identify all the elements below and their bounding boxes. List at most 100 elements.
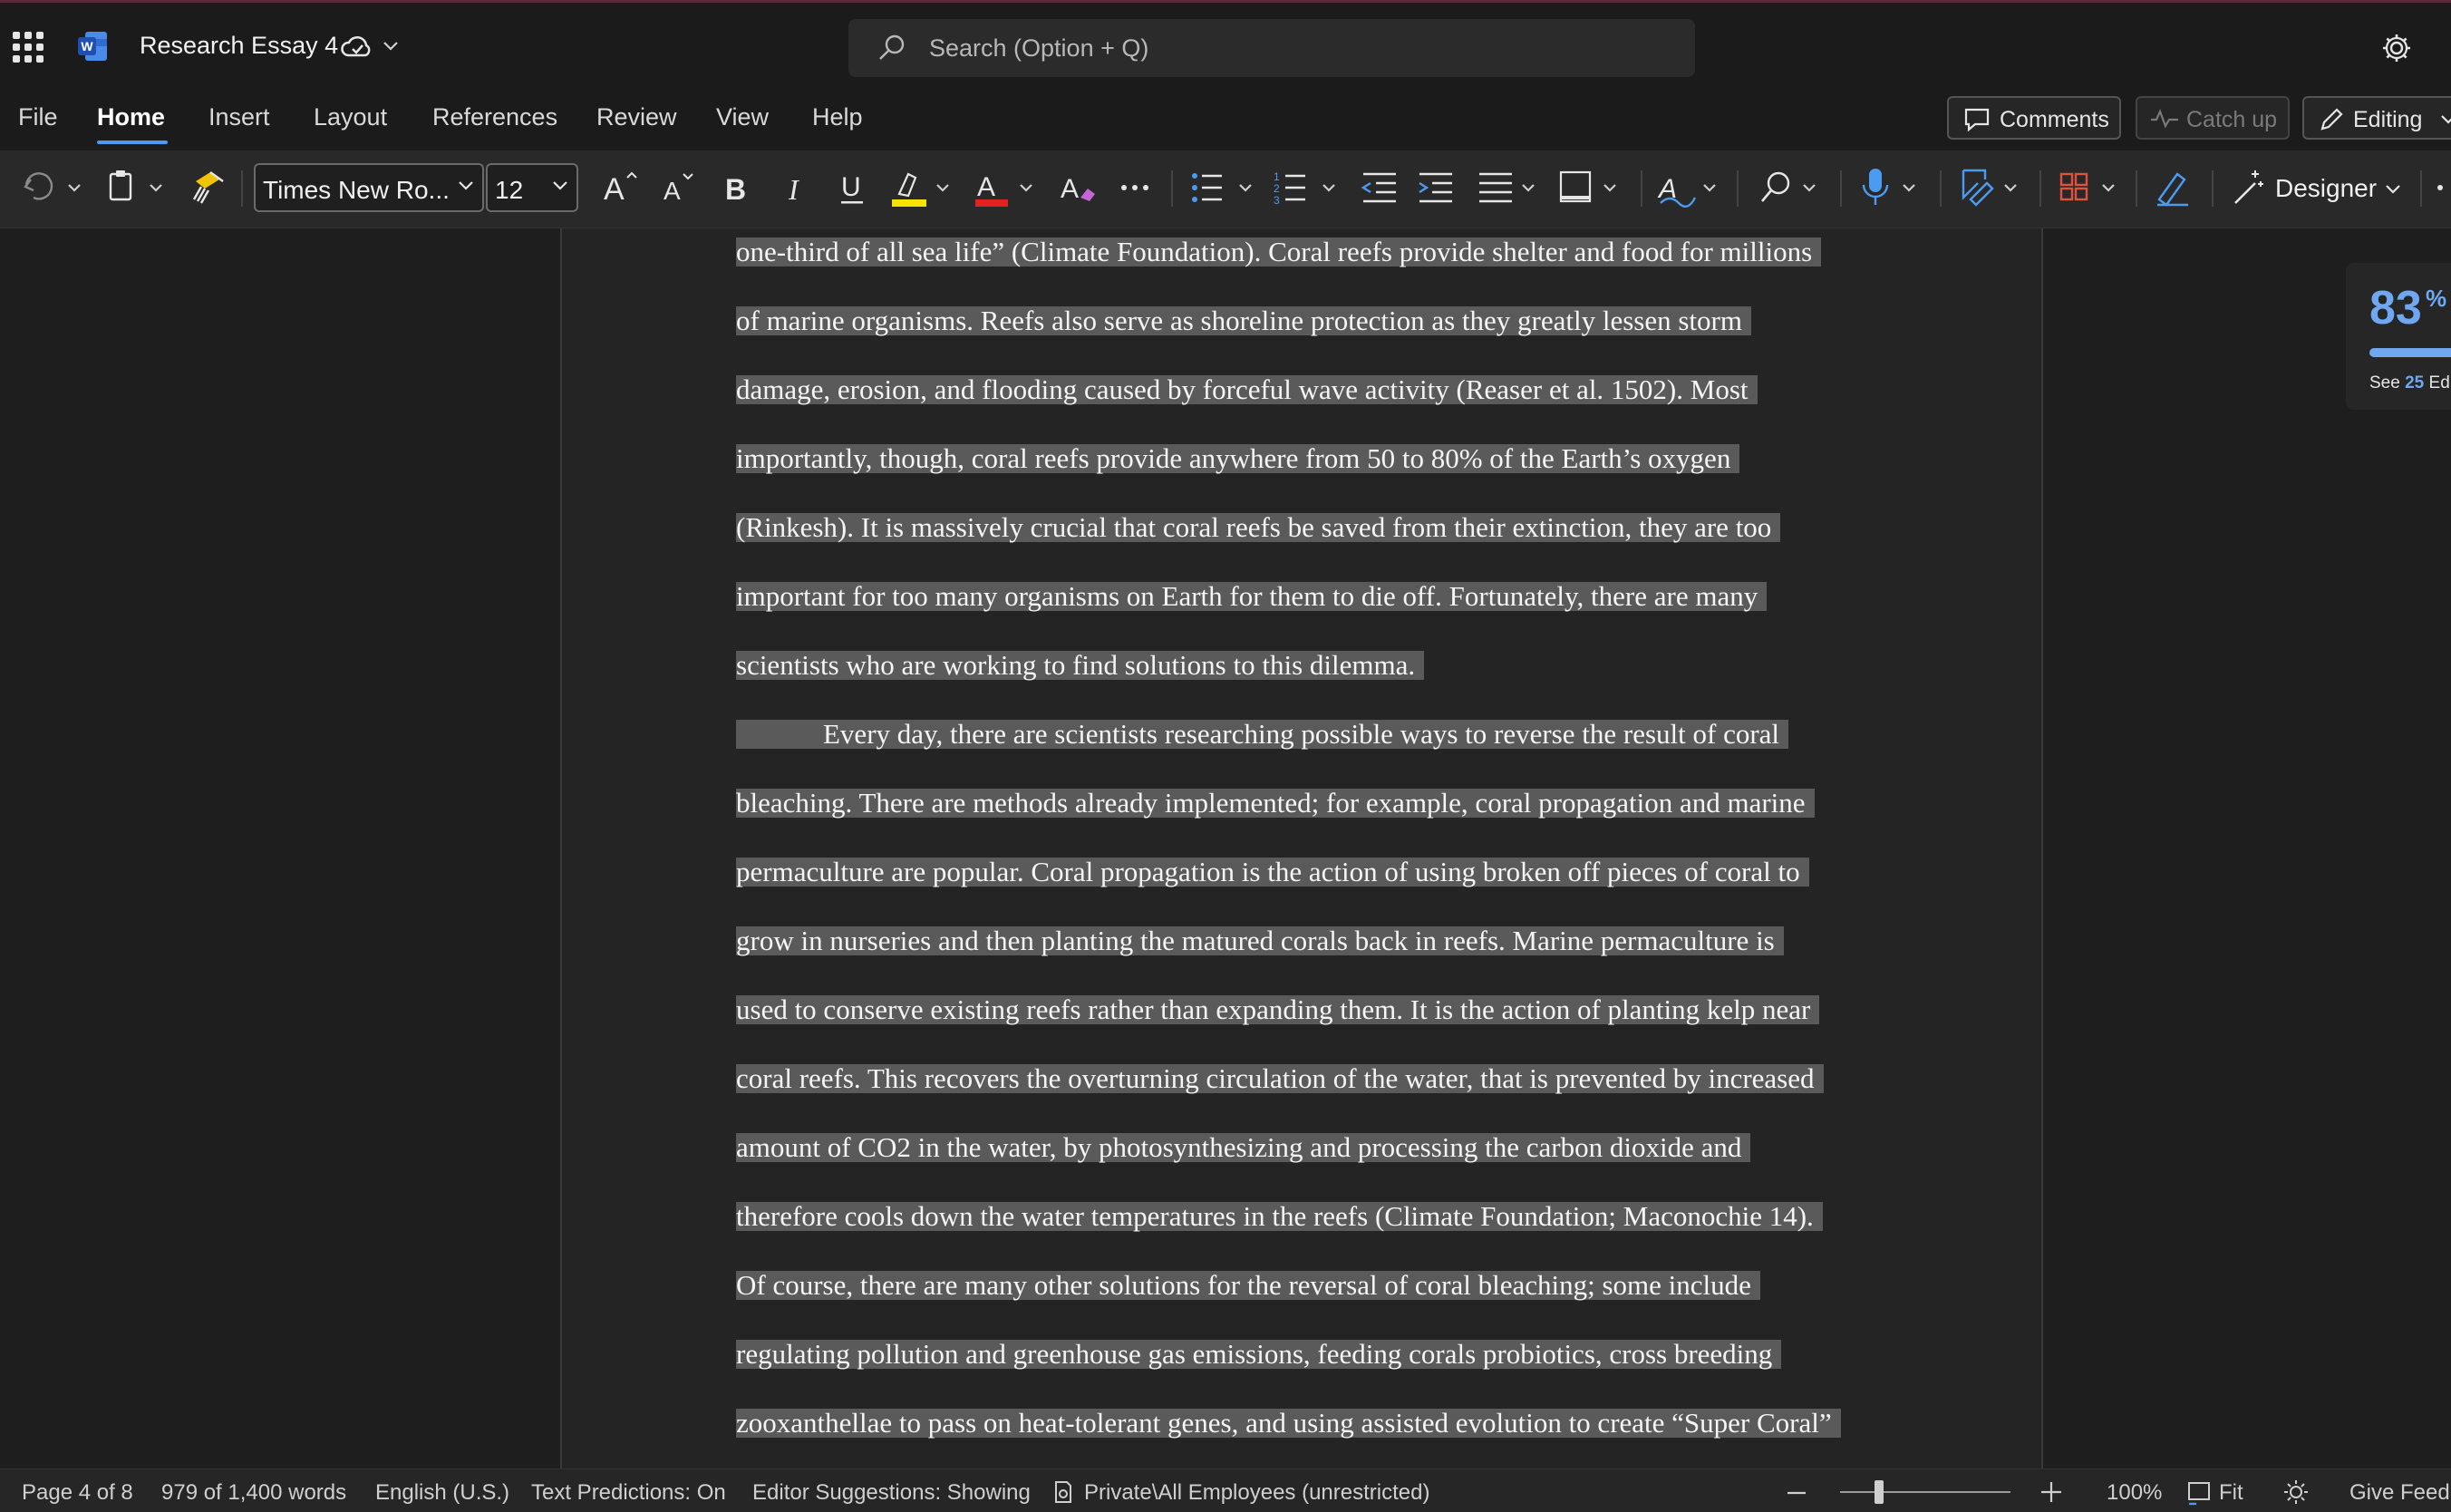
svg-text:A: A — [977, 172, 995, 202]
catchup-button[interactable]: Catch up — [2136, 96, 2290, 140]
tab-references[interactable]: References — [432, 103, 557, 131]
designer-label[interactable]: Designer — [2275, 174, 2377, 203]
brightness-icon[interactable] — [2282, 1478, 2310, 1506]
editor-score-percent: % — [2426, 285, 2447, 312]
clear-formatting-icon[interactable]: A — [1059, 163, 1099, 212]
pencil-icon — [2320, 108, 2343, 131]
chevron-down-icon — [2441, 115, 2451, 124]
gear-icon[interactable] — [2380, 32, 2413, 64]
numbering-icon[interactable]: 1 2 3 — [1273, 163, 1342, 212]
text-line[interactable]: grow in nurseries and then planting the … — [736, 926, 1784, 955]
text-line[interactable]: permaculture are popular. Coral propagat… — [736, 858, 1809, 887]
ribbon-separator — [2039, 170, 2041, 207]
sensitivity-icon[interactable] — [1958, 163, 2023, 212]
editor-icon[interactable] — [2154, 163, 2194, 212]
format-painter-icon[interactable] — [190, 163, 230, 212]
activity-icon — [2151, 109, 2178, 129]
editor-suggestions-status[interactable]: Editor Suggestions: Showing — [752, 1480, 1031, 1506]
undo-icon[interactable] — [20, 163, 83, 212]
text-line[interactable]: amount of CO2 in the water, by photosynt… — [736, 1133, 1751, 1162]
text-line[interactable]: used to conserve existing reefs rather t… — [736, 995, 1820, 1024]
svg-text:B: B — [725, 173, 746, 206]
ribbon-separator — [2420, 170, 2422, 207]
editing-mode-button[interactable]: Editing — [2302, 96, 2451, 140]
tab-insert[interactable]: Insert — [208, 103, 270, 131]
language-status[interactable]: English (U.S.) — [375, 1480, 509, 1506]
page-count[interactable]: Page 4 of 8 — [22, 1480, 133, 1506]
font-size-value: 12 — [495, 176, 524, 204]
zoom-in-icon[interactable] — [2039, 1480, 2063, 1504]
zoom-slider-track[interactable] — [1840, 1491, 2010, 1493]
text-line[interactable]: importantly, though, coral reefs provide… — [736, 444, 1740, 473]
designer-wand-icon[interactable] — [2230, 163, 2266, 212]
editor-see-link[interactable]: See 25 Edi — [2369, 373, 2451, 393]
decrease-indent-icon[interactable] — [1360, 163, 1400, 212]
editor-score-bar — [2369, 348, 2451, 357]
chevron-down-icon[interactable] — [383, 41, 399, 52]
tab-view[interactable]: View — [716, 103, 769, 131]
editing-label: Editing — [2353, 107, 2423, 132]
text-line[interactable]: Of course, there are many other solution… — [736, 1271, 1760, 1300]
svg-text:I: I — [788, 173, 799, 206]
add-ins-icon[interactable] — [2058, 163, 2123, 212]
paste-icon[interactable] — [107, 163, 172, 212]
font-color-icon[interactable]: A — [974, 163, 1039, 212]
bold-icon[interactable]: B — [720, 163, 756, 212]
tab-home[interactable]: Home — [97, 103, 165, 131]
highlight-color-icon[interactable] — [890, 163, 955, 212]
svg-text:A: A — [1061, 174, 1079, 204]
search-input[interactable]: Search (Option + Q) — [848, 19, 1695, 77]
text-line[interactable]: one-third of all sea life” (Climate Foun… — [736, 237, 1822, 267]
word-count[interactable]: 979 of 1,400 words — [161, 1480, 346, 1506]
chevron-down-icon[interactable] — [2384, 183, 2402, 196]
zoom-slider-thumb[interactable] — [1875, 1480, 1884, 1504]
ribbon-overflow-icon[interactable] — [2435, 163, 2449, 212]
styles-icon[interactable]: A — [1657, 163, 1722, 212]
sensitivity-status[interactable]: Private\All Employees (unrestricted) — [1084, 1480, 1429, 1506]
bullets-icon[interactable] — [1189, 163, 1258, 212]
text-line[interactable]: scientists who are working to find solut… — [736, 651, 1425, 680]
increase-font-size-icon[interactable]: A — [600, 163, 640, 212]
tab-layout[interactable]: Layout — [314, 103, 387, 131]
text-line[interactable]: important for too many organisms on Eart… — [736, 582, 1768, 611]
document-title[interactable]: Research Essay 4 — [140, 32, 338, 60]
italic-icon[interactable]: I — [780, 163, 816, 212]
underline-icon[interactable]: U — [836, 163, 872, 212]
tab-review[interactable]: Review — [596, 103, 677, 131]
ribbon-separator — [1737, 170, 1739, 207]
comments-label: Comments — [2000, 107, 2109, 132]
fit-icon[interactable] — [2186, 1480, 2212, 1506]
app-launcher-icon[interactable] — [13, 32, 44, 63]
font-size-dropdown[interactable]: 12 — [486, 163, 578, 212]
editor-score-panel[interactable]: 83 % See 25 Edi — [2346, 263, 2451, 410]
zoom-out-icon[interactable] — [1786, 1484, 1807, 1502]
text-predictions-status[interactable]: Text Predictions: On — [531, 1480, 726, 1506]
text-line[interactable]: Every day, there are scientists research… — [736, 720, 1789, 749]
text-line[interactable]: therefore cools down the water temperatu… — [736, 1202, 1823, 1231]
comments-button[interactable]: Comments — [1947, 96, 2121, 140]
text-line[interactable]: (Rinkesh). It is massively crucial that … — [736, 513, 1781, 542]
increase-indent-icon[interactable] — [1416, 163, 1456, 212]
tab-help[interactable]: Help — [812, 103, 863, 131]
cloud-saved-icon[interactable] — [341, 34, 372, 61]
document-canvas[interactable]: one-third of all sea life” (Climate Foun… — [0, 228, 2451, 1468]
decrease-font-size-icon[interactable]: A — [658, 163, 698, 212]
give-feedback-link[interactable]: Give Feedb — [2349, 1480, 2451, 1506]
tab-file[interactable]: File — [18, 103, 58, 131]
borders-icon[interactable] — [1557, 163, 1623, 212]
text-line[interactable]: coral reefs. This recovers the overturni… — [736, 1064, 1824, 1093]
find-icon[interactable] — [1757, 163, 1822, 212]
fit-label[interactable]: Fit — [2219, 1480, 2243, 1506]
align-icon[interactable] — [1476, 163, 1541, 212]
text-line[interactable]: regulating pollution and greenhouse gas … — [736, 1340, 1782, 1369]
text-line[interactable]: zooxanthellae to pass on heat-tolerant g… — [736, 1409, 1841, 1438]
font-name-dropdown[interactable]: Times New Ro... — [254, 163, 484, 212]
search-icon — [879, 34, 905, 60]
chevron-down-icon — [459, 181, 473, 190]
more-options-icon[interactable] — [1119, 163, 1155, 212]
text-line[interactable]: damage, erosion, and flooding caused by … — [736, 375, 1758, 404]
text-line[interactable]: bleaching. There are methods already imp… — [736, 789, 1815, 818]
zoom-level[interactable]: 100% — [2107, 1480, 2162, 1506]
text-line[interactable]: of marine organisms. Reefs also serve as… — [736, 306, 1751, 335]
dictate-microphone-icon[interactable] — [1858, 163, 1923, 212]
